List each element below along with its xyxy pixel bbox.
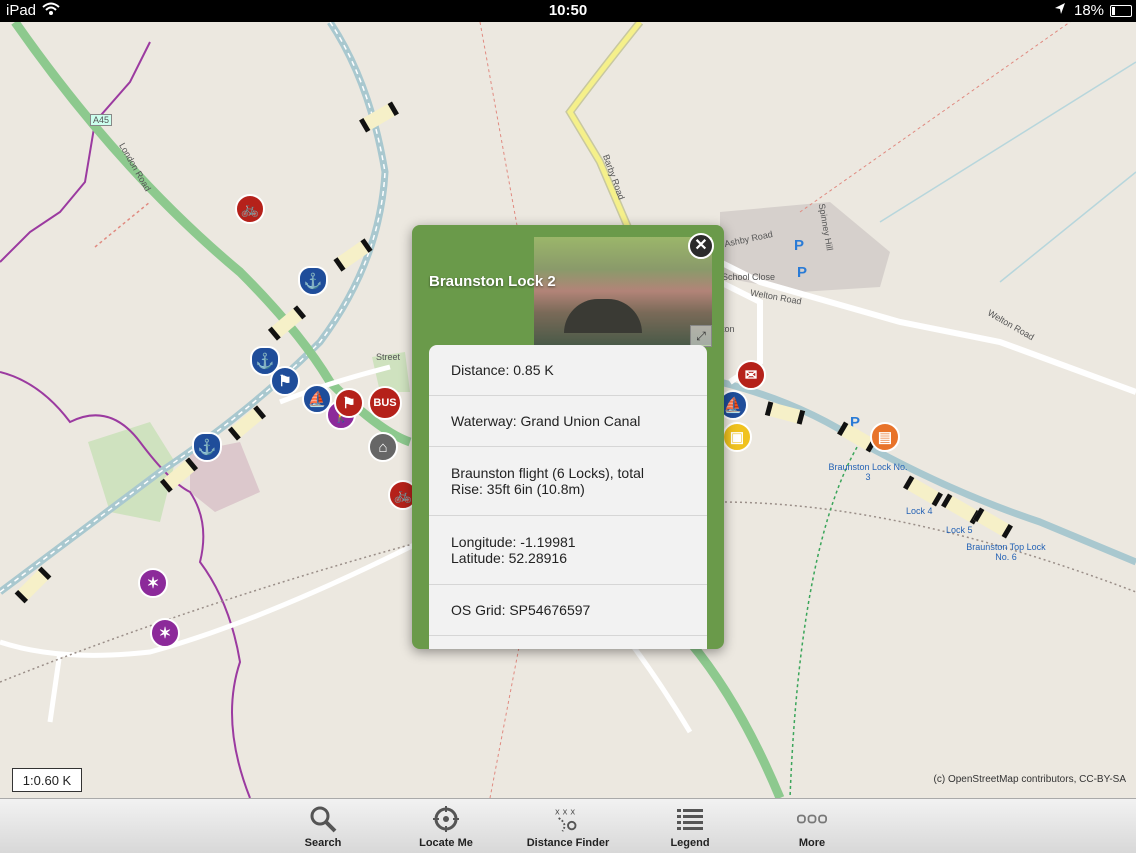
distance-icon: x x x xyxy=(553,805,583,833)
detail-text: Rise: 35ft 6in (10.8m) xyxy=(451,481,585,497)
toolbar-label: Distance Finder xyxy=(526,837,610,849)
lock-photo[interactable] xyxy=(534,237,712,345)
bin-icon[interactable]: ▣ xyxy=(722,422,752,452)
detail-row[interactable]: Waterway: Grand Union Canal xyxy=(429,396,707,447)
toolbar-label: Search xyxy=(304,837,342,849)
more-button[interactable]: More xyxy=(762,799,862,853)
detail-text: Distance: 0.85 K xyxy=(451,362,554,378)
boatyard-icon[interactable]: ⚑ xyxy=(270,366,300,396)
detail-row[interactable]: OS Grid: SP54676597 xyxy=(429,585,707,636)
lock-label: Lock 5 xyxy=(946,525,973,535)
pub-icon[interactable]: ⚑ xyxy=(334,388,364,418)
locate-me-button[interactable]: Locate Me xyxy=(396,799,496,853)
postbox-icon[interactable]: ✉ xyxy=(736,360,766,390)
detail-text: OS Grid: SP54676597 xyxy=(451,602,591,618)
locate-icon xyxy=(431,805,461,833)
water-point-icon[interactable]: ▤ xyxy=(870,422,900,452)
detail-text: Braunston flight (6 Locks), total xyxy=(451,465,644,481)
detail-row[interactable]: Braunston flight (6 Locks), total Rise: … xyxy=(429,447,707,516)
popup-title: Braunston Lock 2 xyxy=(429,273,556,290)
legend-button[interactable]: Legend xyxy=(640,799,740,853)
close-icon[interactable]: ✕ xyxy=(688,233,714,259)
location-arrow-icon xyxy=(1054,2,1066,20)
star-icon[interactable]: ✶ xyxy=(150,618,180,648)
bottom-toolbar: Search Locate Me x x x Distance Finder L… xyxy=(0,798,1136,853)
mooring-icon[interactable]: ⚓ xyxy=(192,432,222,462)
detail-row[interactable]: Longitude: -1.19981 Latitude: 52.28916 xyxy=(429,516,707,585)
search-button[interactable]: Search xyxy=(273,799,373,853)
detail-text: Longitude: -1.19981 xyxy=(451,534,576,550)
house-icon[interactable]: ⌂ xyxy=(368,432,398,462)
toolbar-label: Legend xyxy=(670,837,710,849)
expand-icon[interactable]: ⤢ xyxy=(690,325,712,347)
status-bar: iPad 10:50 18% xyxy=(0,0,1136,22)
street-label: A45 xyxy=(90,114,113,126)
parking-icon[interactable]: P xyxy=(794,237,804,254)
svg-text:x x x: x x x xyxy=(555,806,575,816)
toolbar-label: Locate Me xyxy=(419,837,473,849)
feature-popup: Braunston Lock 2 ✕ ⤢ Distance: 0.85 K Wa… xyxy=(412,225,724,649)
search-icon xyxy=(308,805,338,833)
parking-icon[interactable]: P xyxy=(797,264,807,281)
map-scale: 1:0.60 K xyxy=(12,768,82,792)
star-icon[interactable]: ✶ xyxy=(138,568,168,598)
more-icon xyxy=(797,805,827,833)
lock-label: Lock 4 xyxy=(906,506,933,516)
list-icon xyxy=(675,805,705,833)
lock-label: Braunston Lock No. 3 xyxy=(828,462,908,482)
bicycle-icon[interactable]: 🚲 xyxy=(235,194,265,224)
popup-details[interactable]: Distance: 0.85 K Waterway: Grand Union C… xyxy=(429,345,707,649)
battery-percent: 18% xyxy=(1074,2,1105,19)
distance-finder-button[interactable]: x x x Distance Finder xyxy=(518,799,618,853)
bus-stop-icon[interactable]: BUS xyxy=(368,386,402,420)
detail-row[interactable]: Distance: 0.85 K xyxy=(429,345,707,396)
mooring-icon[interactable]: ⚓ xyxy=(298,266,328,296)
street-label: School Close xyxy=(722,272,776,282)
battery-icon xyxy=(1110,5,1132,17)
bridge-arch xyxy=(564,299,642,333)
lock-label: Braunston Top Lock No. 6 xyxy=(966,542,1046,562)
detail-text: Latitude: 52.28916 xyxy=(451,550,567,566)
detail-text: Waterway: Grand Union Canal xyxy=(451,413,641,429)
clock: 10:50 xyxy=(548,2,588,19)
street-label: Street xyxy=(376,352,401,362)
toolbar-label: More xyxy=(798,837,826,849)
map-attribution: (c) OpenStreetMap contributors, CC-BY-SA xyxy=(933,774,1126,785)
